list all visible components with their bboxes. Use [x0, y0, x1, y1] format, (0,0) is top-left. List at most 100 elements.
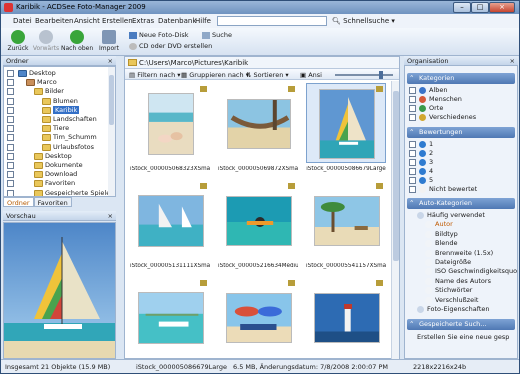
close-icon[interactable]: × [108, 211, 113, 221]
checkbox[interactable] [409, 96, 416, 103]
cd-dvd-button[interactable]: CD oder DVD erstellen [129, 42, 212, 50]
folder-checkbox[interactable] [7, 143, 14, 151]
folder-checkbox[interactable] [7, 125, 14, 133]
folder-icon [34, 88, 43, 96]
folder-icon [34, 180, 43, 188]
folder-checkbox[interactable] [7, 106, 14, 114]
back-button[interactable]: Zurück [6, 30, 30, 52]
menu-bearbeiten[interactable]: Bearbeiten [35, 17, 73, 25]
checkbox[interactable] [409, 141, 416, 148]
folder-checkbox[interactable] [7, 116, 14, 123]
thumbnail-scrollbar[interactable] [391, 81, 399, 359]
thumbnail-item[interactable]: iStock_000005216634Medium [218, 180, 298, 270]
thumbnail-item[interactable]: iStock_000005541157XSmall [306, 180, 386, 270]
close-button[interactable]: × [489, 2, 515, 13]
folder-checkbox[interactable] [7, 134, 14, 142]
checkbox[interactable] [409, 159, 416, 166]
checkbox[interactable] [409, 105, 416, 112]
group-icon: ▦ [181, 71, 188, 79]
import-button[interactable]: Import [98, 30, 120, 52]
sort-button[interactable]: ⇅ Sortieren ▾ [246, 71, 289, 79]
checkbox[interactable] [409, 168, 416, 175]
thumbnail-item[interactable]: iStock_000005131111XSmall [130, 180, 210, 270]
thumbnail-item[interactable]: iStock_000005674395XSmall [218, 277, 298, 359]
folder-tree-label: Desktop [29, 69, 56, 77]
rating-icon [419, 150, 426, 157]
thumbnail-item[interactable]: iStock_000005069872XSmall [218, 83, 298, 173]
checkbox[interactable] [409, 87, 416, 94]
row-label: 5 [429, 176, 434, 184]
thumbnail-image [148, 93, 194, 155]
menu-ansicht[interactable]: Ansicht [74, 17, 100, 25]
folder-checkbox[interactable] [7, 189, 14, 196]
folder-checkbox[interactable] [7, 88, 14, 96]
row-label: 3 [429, 158, 434, 166]
menu-erstellen[interactable]: Erstellen [102, 17, 133, 25]
expand-icon [417, 212, 424, 219]
folder-checkbox[interactable] [7, 152, 14, 160]
menu-datei[interactable]: Datei [13, 17, 32, 25]
view-button[interactable]: ▣ Ansi [300, 71, 322, 79]
folder-tree-label: Desktop [45, 151, 72, 160]
checkbox[interactable] [409, 177, 416, 184]
folder-checkbox[interactable] [7, 162, 14, 169]
folder-checkbox[interactable] [7, 171, 14, 179]
rating-icon [419, 168, 426, 175]
browser-toolbar: ▤ Filtern nach ▾ ▦ Gruppieren nach ▾ ⇅ S… [125, 69, 399, 80]
quick-search-button[interactable]: 🔍︎ Schnellsuche ▾ [332, 17, 395, 25]
menu-extras[interactable]: Extras [132, 17, 154, 25]
tree-scrollbar[interactable] [108, 67, 115, 196]
zoom-slider-knob[interactable] [379, 71, 383, 79]
row-label: Blende [435, 239, 458, 248]
folder-checkbox[interactable] [7, 97, 14, 105]
group-button[interactable]: ▦ Gruppieren nach ▾ [181, 71, 249, 79]
folder-icon [42, 143, 51, 151]
section-categories[interactable]: ⌃ Kategorien [407, 73, 515, 84]
minimize-button[interactable]: – [453, 2, 471, 13]
row-label: Brennweite (1.5x) [435, 248, 494, 257]
row-label: Menschen [429, 95, 462, 103]
organise-pane-header: Organisation × [404, 56, 518, 66]
thumbnail-caption: iStock_000005069872XSmall [218, 166, 298, 172]
zoom-slider[interactable] [335, 71, 393, 79]
menu-datenbank[interactable]: Datenbank [158, 17, 196, 25]
row-label: Häufig verwendet [427, 211, 485, 219]
filter-button[interactable]: ▤ Filtern nach ▾ [129, 71, 181, 79]
folder-checkbox[interactable] [7, 70, 14, 77]
scrollbar-thumb[interactable] [109, 75, 114, 125]
up-button[interactable]: Nach oben [61, 30, 93, 52]
close-icon[interactable]: × [108, 56, 113, 66]
thumbnail-item[interactable]: iStock_000005650074XSmall [130, 277, 210, 359]
section-saved-searches[interactable]: ⌃ Gespeicherte Such... [407, 319, 515, 330]
close-icon[interactable]: × [510, 56, 515, 66]
row-label: Alben [429, 86, 448, 94]
new-photo-disc-button[interactable]: Neue Foto-Disk [129, 31, 188, 39]
maximize-button[interactable]: □ [471, 2, 489, 13]
scrollbar-thumb[interactable] [393, 91, 399, 261]
tab-ordner[interactable]: Ordner [3, 197, 34, 207]
thumbnail-frame [218, 180, 298, 260]
folder-icon [42, 116, 51, 123]
row-label: ISO Geschwindigkeitsquote [435, 267, 518, 276]
section-auto-categories[interactable]: ⌃ Auto-Kategorien [407, 198, 515, 209]
row-label: Verschiedenes [429, 113, 477, 121]
status-file: iStock_000005086679Large [136, 363, 227, 371]
address-bar[interactable]: C:\Users\Marco\Pictures\Karibik [125, 57, 399, 69]
thumbnail-item[interactable]: iStock_000005068323XSmall [130, 83, 210, 173]
folder-checkbox[interactable] [7, 79, 14, 87]
thumbnail-item[interactable]: iStock_000005678653XSmall [306, 277, 386, 359]
menu-hilfe[interactable]: Hilfe [195, 17, 211, 25]
checkbox[interactable] [409, 150, 416, 157]
forward-button[interactable]: Vorwärts [32, 30, 60, 52]
thumbnail-item[interactable]: iStock_000005086679Large [306, 83, 386, 173]
search-button[interactable]: Suche [202, 31, 232, 39]
section-title: Kategorien [419, 74, 455, 82]
section-title: Auto-Kategorien [419, 199, 472, 207]
folder-checkbox[interactable] [7, 180, 14, 188]
checkbox[interactable] [409, 186, 416, 193]
quick-search-input[interactable] [217, 16, 327, 26]
section-ratings[interactable]: ⌃ Bewertungen [407, 127, 515, 138]
tab-favoriten[interactable]: Favoriten [33, 197, 72, 207]
checkbox[interactable] [409, 114, 416, 121]
row-label: Foto-Eigenschaften [427, 305, 490, 313]
